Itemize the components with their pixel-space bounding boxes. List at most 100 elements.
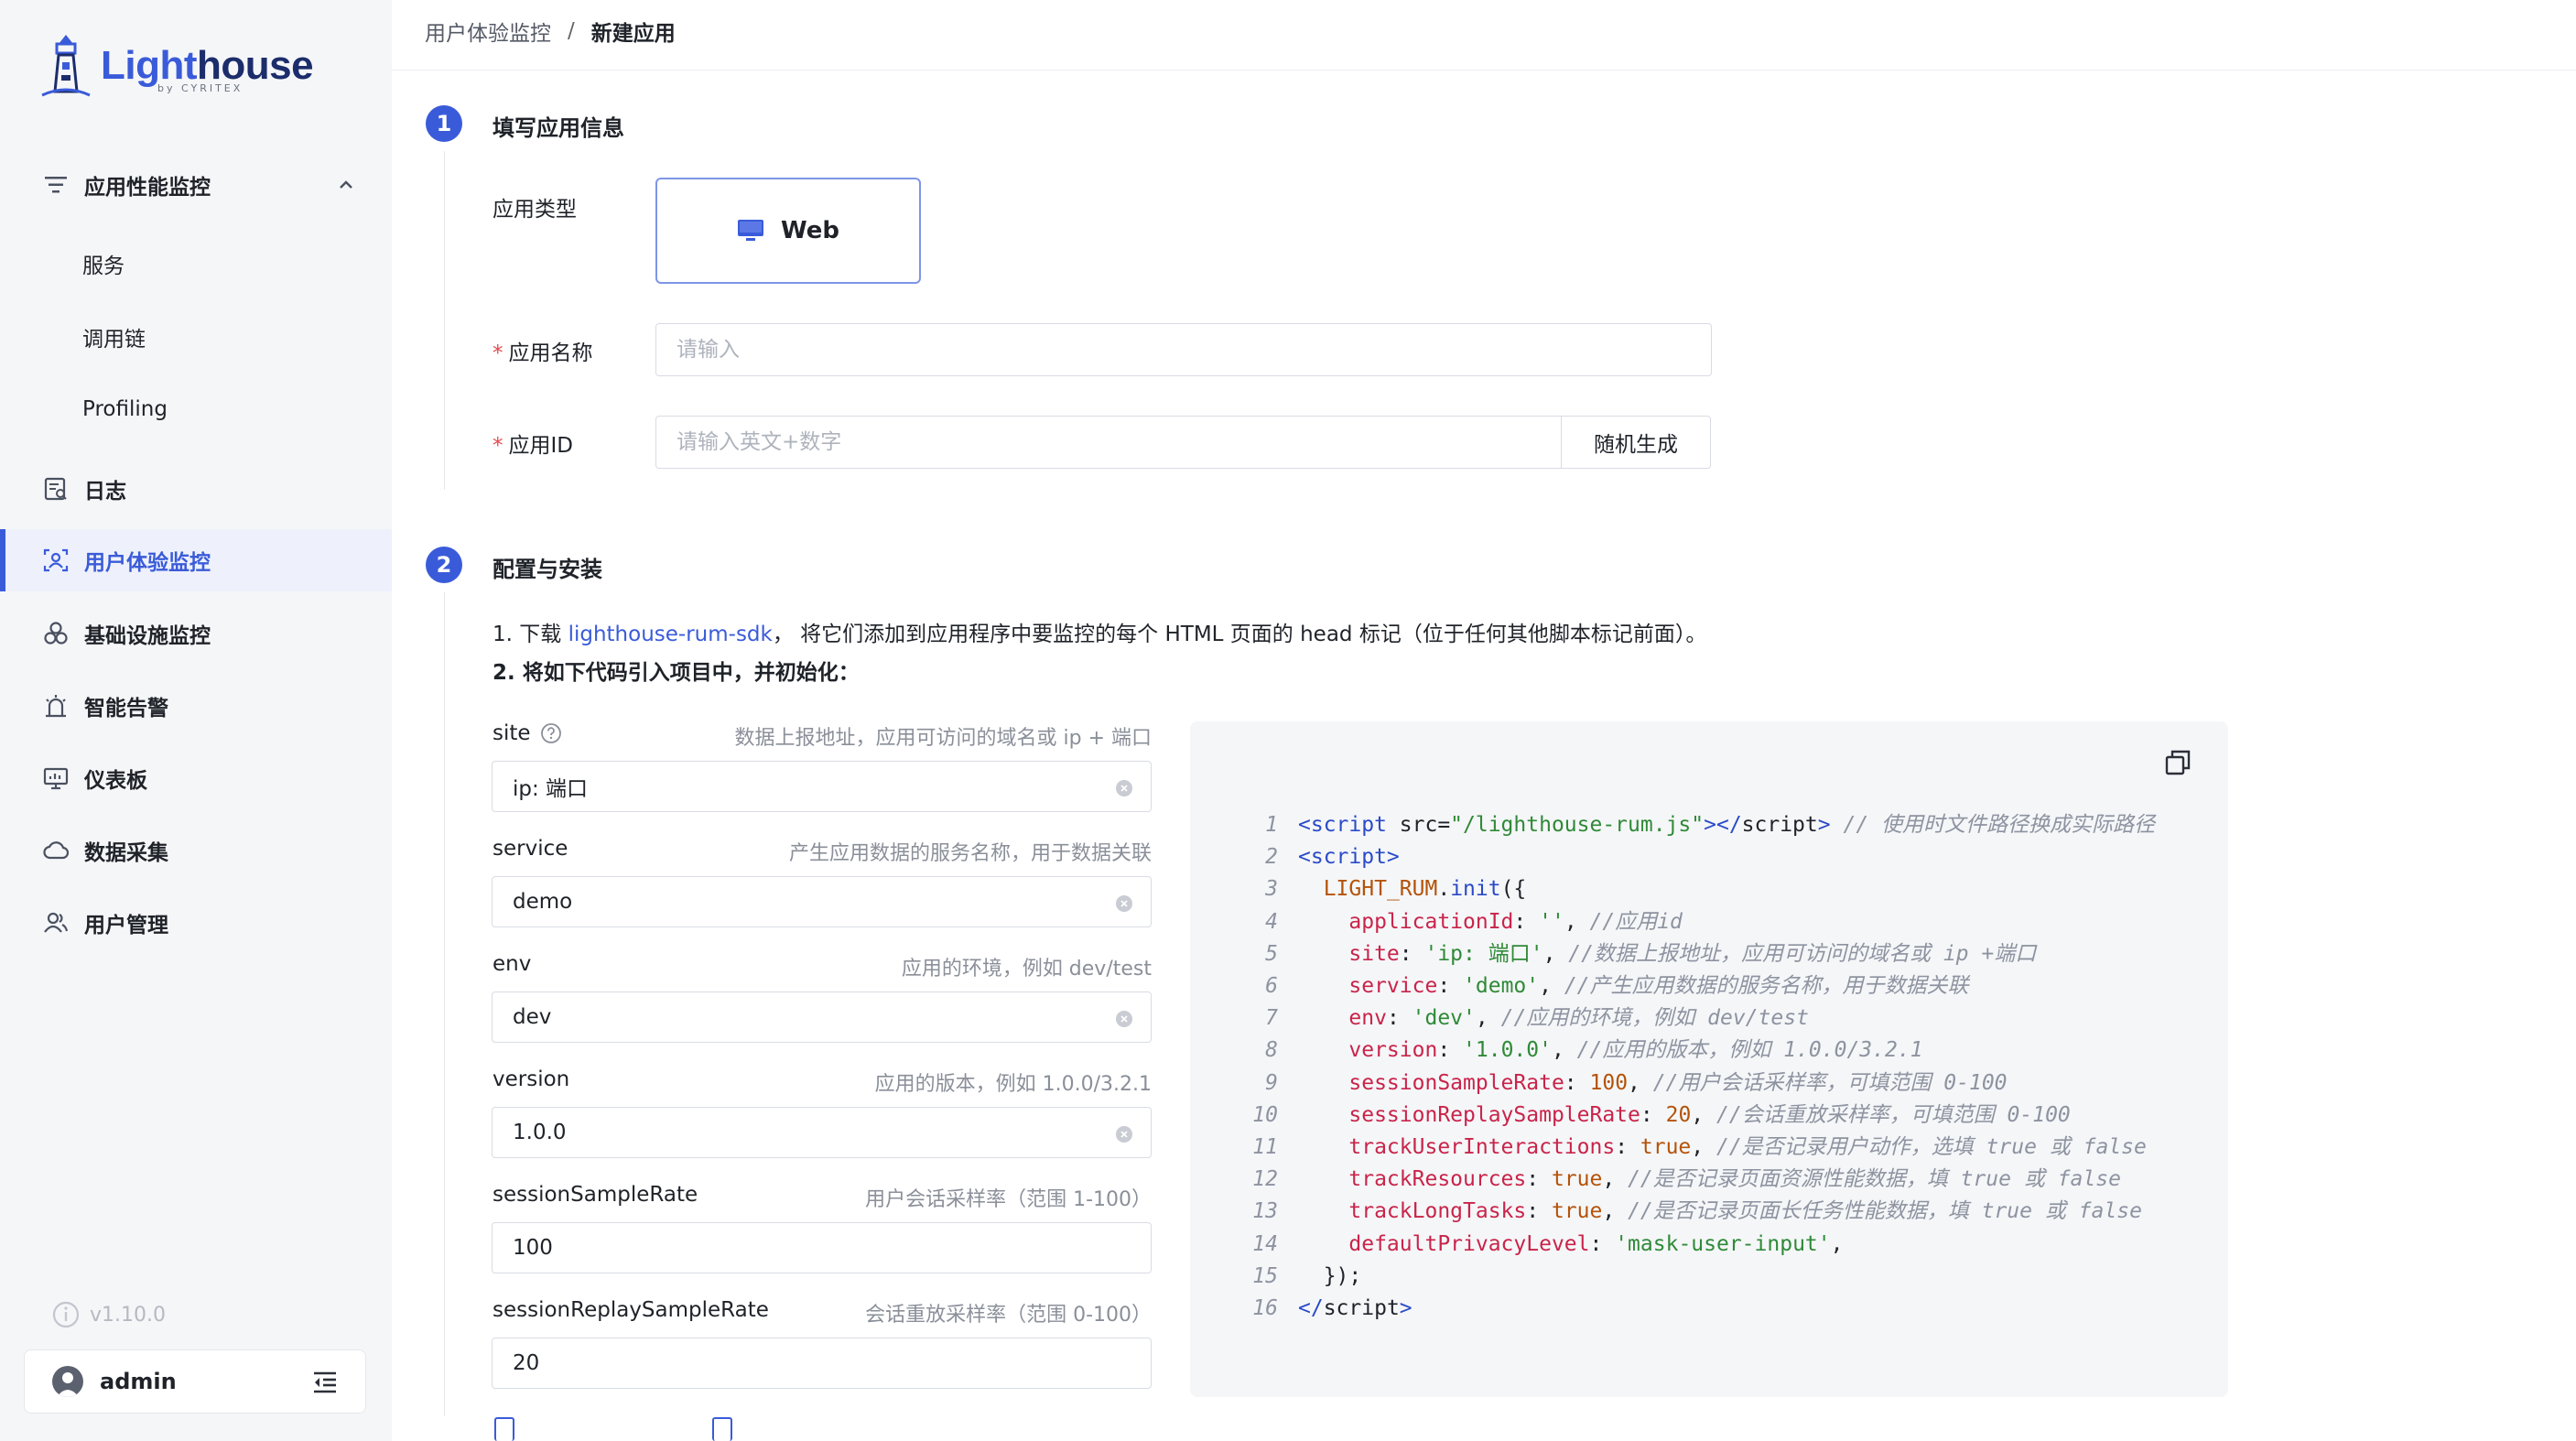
chevron-up-icon[interactable] [337,176,355,194]
line-number: 15 [1252,1263,1278,1288]
code-line: 7 env: 'dev', //应用的环境，例如 dev/test [1236,1002,2155,1035]
dashboard-monitor-icon [42,764,70,792]
code-line: 6 service: 'demo', //产生应用数据的服务名称，用于数据关联 [1236,970,2155,1002]
user-menu[interactable]: admin [24,1349,366,1414]
app-type-web-card[interactable]: Web [655,178,921,284]
breadcrumb-current: 新建应用 [590,22,676,46]
code-content: service: 'demo', //产生应用数据的服务名称，用于数据关联 [1348,974,1969,999]
code-line: 14 defaultPrivacyLevel: 'mask-user-input… [1236,1229,2155,1261]
field-site-input[interactable]: ip: 端口 [492,761,1152,812]
version-text: v1.10.0 [90,1303,166,1327]
code-line: 13 trackLongTasks: true, //是否记录页面长任务性能数据… [1236,1196,2155,1228]
code-content: env: 'dev', //应用的环境，例如 dev/test [1348,1006,1809,1031]
line-number: 13 [1252,1199,1278,1224]
monitor-icon [738,220,763,241]
code-content: sessionReplaySampleRate: 20, //会话重放采样率，可… [1348,1102,2071,1127]
code-content: }); [1323,1263,1362,1288]
cloud-collect-icon [42,837,70,864]
sidebar-item-traces[interactable]: 调用链 [0,308,392,366]
sidebar-group-apm[interactable]: 应用性能监控 [0,156,392,214]
clear-icon[interactable] [1116,780,1132,796]
code-content: sessionSampleRate: 100, //用户会话采样率，可填范围 0… [1348,1070,2008,1095]
sidebar-item-data-collection[interactable]: 数据采集 [0,821,392,880]
sidebar-item-dashboard[interactable]: 仪表板 [0,749,392,807]
line-number: 3 [1265,877,1278,902]
field-version-hint: 应用的版本，例如 1.0.0/3.2.1 [874,1073,1152,1096]
app-id-label: * 应用ID [492,434,573,458]
code-line: 10 sessionReplaySampleRate: 20, //会话重放采样… [1236,1100,2155,1132]
field-service-input[interactable]: demo [492,876,1152,927]
filter-lines-icon [42,171,70,199]
avatar [52,1366,83,1397]
code-content: trackUserInteractions: true, //是否记录用户动作，… [1348,1135,2147,1160]
sidebar-item-logs[interactable]: 日志 [0,460,392,518]
code-content: site: 'ip: 端口', //数据上报地址，应用可访问的域名或 ip +端… [1348,941,2037,966]
line-number: 4 [1265,909,1278,934]
field-session-replay-sample-rate-input[interactable]: 20 [492,1338,1152,1389]
copy-icon[interactable] [2164,749,2192,776]
code-line: 11 trackUserInteractions: true, //是否记录用户… [1236,1132,2155,1164]
code-line: 16 </script> [1236,1293,2155,1325]
field-service-value: demo [513,890,573,914]
sidebar-item-profiling[interactable]: Profiling [0,380,392,439]
breadcrumb-separator: / [568,19,575,43]
info-icon [52,1301,80,1328]
line-number: 14 [1252,1231,1278,1256]
code-content: version: '1.0.0', //应用的版本，例如 1.0.0/3.2.1 [1348,1038,1923,1063]
app-id-field[interactable] [655,416,1562,469]
collapse-sidebar-icon[interactable] [312,1371,338,1394]
line-number: 11 [1252,1135,1278,1160]
field-session-sample-rate-input[interactable]: 100 [492,1222,1152,1273]
required-mark: * [492,434,503,458]
user-scan-icon [42,547,70,574]
sidebar-item-alerts[interactable]: 智能告警 [0,677,392,735]
field-env-value: dev [513,1005,552,1029]
field-version-input[interactable]: 1.0.0 [492,1107,1152,1158]
breadcrumb-parent[interactable]: 用户体验监控 [425,16,551,47]
help-icon[interactable] [540,722,562,744]
sidebar: Lighthouse by CYRITEX 应用性能监控 服务 调用链 Prof… [0,0,392,1441]
sidebar-item-services[interactable]: 服务 [0,234,392,293]
code-content: <script src="/lighthouse-rum.js"></scrip… [1298,813,2156,837]
step-1-title: 填写应用信息 [492,115,624,141]
log-doc-icon [42,475,70,503]
field-env-hint: 应用的环境，例如 dev/test [901,958,1152,981]
line-number: 6 [1265,974,1278,999]
sidebar-item-infra[interactable]: 基础设施监控 [0,604,392,663]
clear-icon[interactable] [1116,895,1132,912]
code-content: applicationId: '', //应用id [1348,909,1683,934]
clear-icon[interactable] [1116,1011,1132,1027]
field-env-input[interactable]: dev [492,991,1152,1043]
sidebar-item-rum[interactable]: 用户体验监控 [0,529,392,591]
sdk-download-link[interactable]: lighthouse-rum-sdk [568,623,773,646]
clear-icon[interactable] [1116,1126,1132,1143]
line-number: 16 [1252,1296,1278,1321]
instruction-2: 2. 将如下代码引入项目中，并初始化： [492,661,860,685]
app-name-input[interactable] [676,338,1711,362]
code-content: trackLongTasks: true, //是否记录页面长任务性能数据，填 … [1348,1199,2142,1224]
user-name: admin [100,1369,177,1394]
sidebar-item-user-mgmt[interactable]: 用户管理 [0,894,392,952]
checkbox[interactable] [712,1417,732,1441]
code-content: LIGHT_RUM.init({ [1323,877,1527,902]
field-version-value: 1.0.0 [513,1121,567,1144]
app-name-field[interactable] [655,323,1712,376]
app-id-input[interactable] [676,430,1561,454]
field-site-hint: 数据上报地址，应用可访问的域名或 ip + 端口 [734,727,1153,750]
field-service-label: service [492,837,568,861]
step-1-number: 1 [426,105,462,142]
users-icon [42,909,70,937]
field-version-label: version [492,1067,570,1091]
field-session-replay-sample-rate-hint: 会话重放采样率（范围 0-100） [865,1304,1152,1327]
code-line: 4 applicationId: '', //应用id [1236,906,2155,938]
code-content: </script> [1298,1296,1412,1321]
logo-subtitle: by CYRITEX [157,82,244,94]
code-content: defaultPrivacyLevel: 'mask-user-input', [1348,1231,1844,1256]
random-generate-button[interactable]: 随机生成 [1561,416,1711,469]
code-line: 12 trackResources: true, //是否记录页面资源性能数据，… [1236,1164,2155,1196]
field-service-hint: 产生应用数据的服务名称，用于数据关联 [788,842,1152,865]
field-env-label: env [492,952,532,976]
checkbox[interactable] [494,1417,514,1441]
code-line: 8 version: '1.0.0', //应用的版本，例如 1.0.0/3.2… [1236,1035,2155,1067]
line-number: 10 [1252,1102,1278,1127]
